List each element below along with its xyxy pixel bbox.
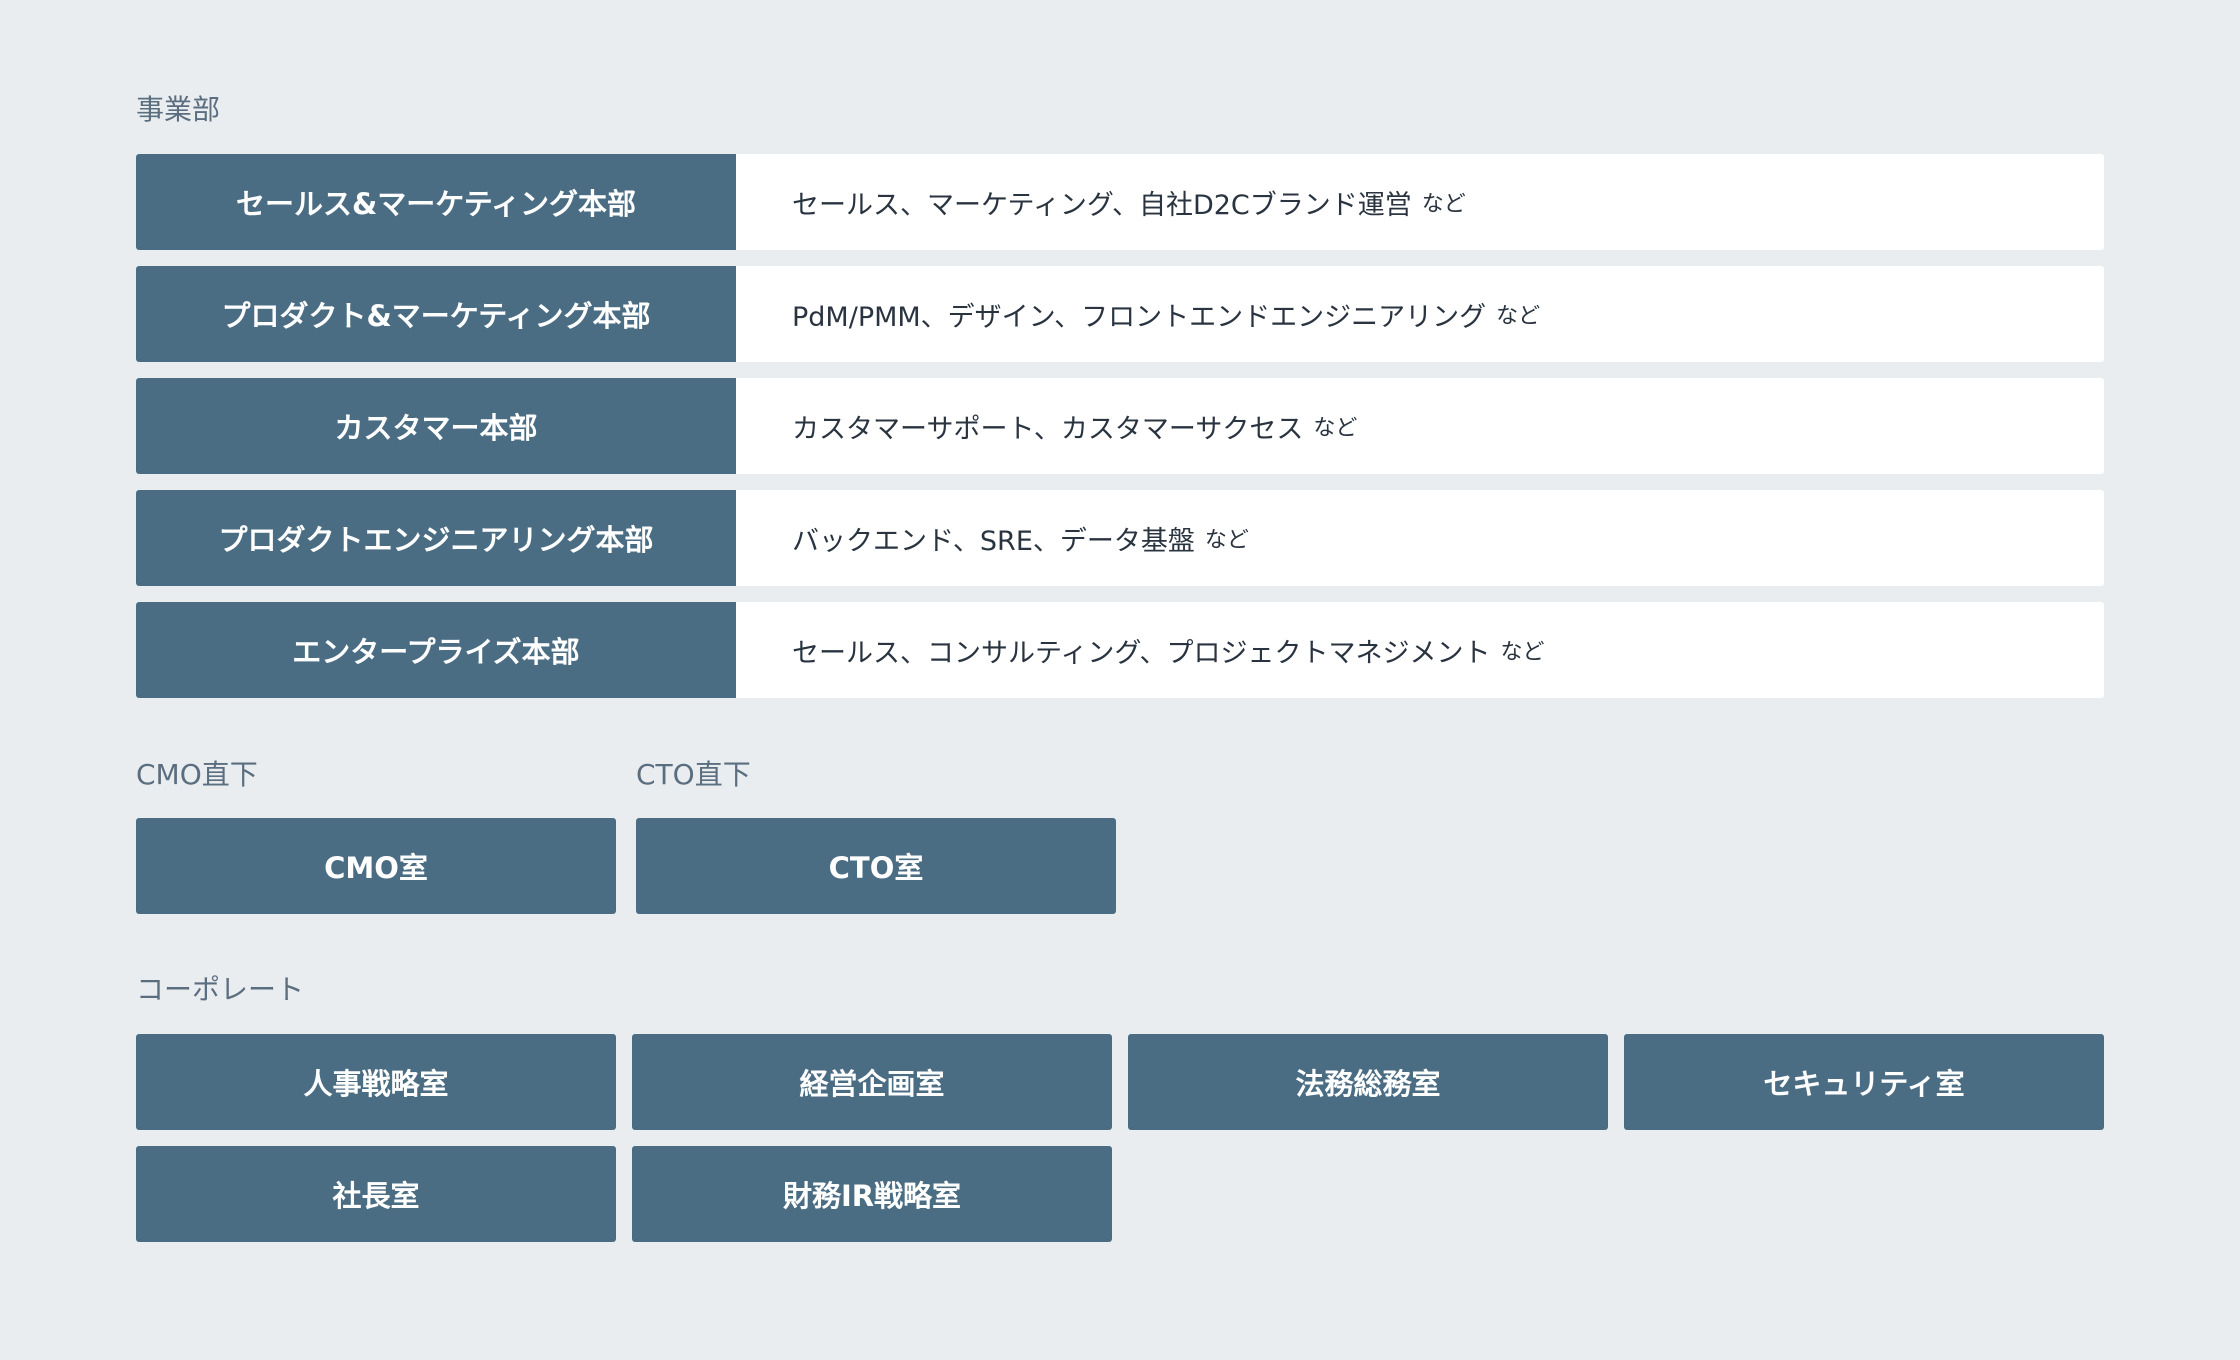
dept-name: カスタマー本部	[136, 378, 736, 474]
corporate-box-president-office: 社長室	[136, 1146, 616, 1242]
dept-row-product-engineering: プロダクトエンジニアリング本部 バックエンド、SRE、データ基盤 など	[136, 490, 2104, 586]
corporate-box-legal-general-affairs: 法務総務室	[1128, 1034, 1608, 1130]
corporate-box-security: セキュリティ室	[1624, 1034, 2104, 1130]
dept-description-suffix: など	[1496, 304, 1541, 329]
dept-description-text: セールス、マーケティング、自社D2Cブランド運営	[792, 189, 1412, 221]
corporate-box-hr-strategy: 人事戦略室	[136, 1034, 616, 1130]
dept-description: PdM/PMM、デザイン、フロントエンドエンジニアリング など	[736, 266, 2104, 362]
dept-row-customer: カスタマー本部 カスタマーサポート、カスタマーサクセス など	[136, 378, 2104, 474]
dept-description-suffix: など	[1313, 416, 1358, 441]
dept-description-text: PdM/PMM、デザイン、フロントエンドエンジニアリング	[792, 301, 1487, 333]
dept-description: バックエンド、SRE、データ基盤 など	[736, 490, 2104, 586]
cto-section-heading: CTO直下	[636, 758, 751, 791]
business-section-heading: 事業部	[136, 93, 221, 126]
dept-description-text: バックエンド、SRE、データ基盤	[792, 525, 1195, 557]
dept-description-suffix: など	[1500, 640, 1545, 665]
dept-description-suffix: など	[1421, 192, 1466, 217]
dept-name: エンタープライズ本部	[136, 602, 736, 698]
cmo-section-heading: CMO直下	[136, 758, 258, 791]
dept-row-sales-marketing: セールス&マーケティング本部 セールス、マーケティング、自社D2Cブランド運営 …	[136, 154, 2104, 250]
dept-row-product-marketing: プロダクト&マーケティング本部 PdM/PMM、デザイン、フロントエンドエンジニ…	[136, 266, 2104, 362]
dept-name: プロダクト&マーケティング本部	[136, 266, 736, 362]
cmo-office-box: CMO室	[136, 818, 616, 914]
corporate-box-corporate-planning: 経営企画室	[632, 1034, 1112, 1130]
dept-row-enterprise: エンタープライズ本部 セールス、コンサルティング、プロジェクトマネジメント など	[136, 602, 2104, 698]
dept-description: セールス、マーケティング、自社D2Cブランド運営 など	[736, 154, 2104, 250]
dept-description-suffix: など	[1204, 528, 1249, 553]
dept-description: セールス、コンサルティング、プロジェクトマネジメント など	[736, 602, 2104, 698]
cto-office-box: CTO室	[636, 818, 1116, 914]
corporate-section-heading: コーポレート	[136, 973, 305, 1006]
dept-description: カスタマーサポート、カスタマーサクセス など	[736, 378, 2104, 474]
dept-description-text: カスタマーサポート、カスタマーサクセス	[792, 413, 1304, 445]
dept-description-text: セールス、コンサルティング、プロジェクトマネジメント	[792, 637, 1491, 669]
dept-name: プロダクトエンジニアリング本部	[136, 490, 736, 586]
dept-name: セールス&マーケティング本部	[136, 154, 736, 250]
corporate-box-finance-ir: 財務IR戦略室	[632, 1146, 1112, 1242]
